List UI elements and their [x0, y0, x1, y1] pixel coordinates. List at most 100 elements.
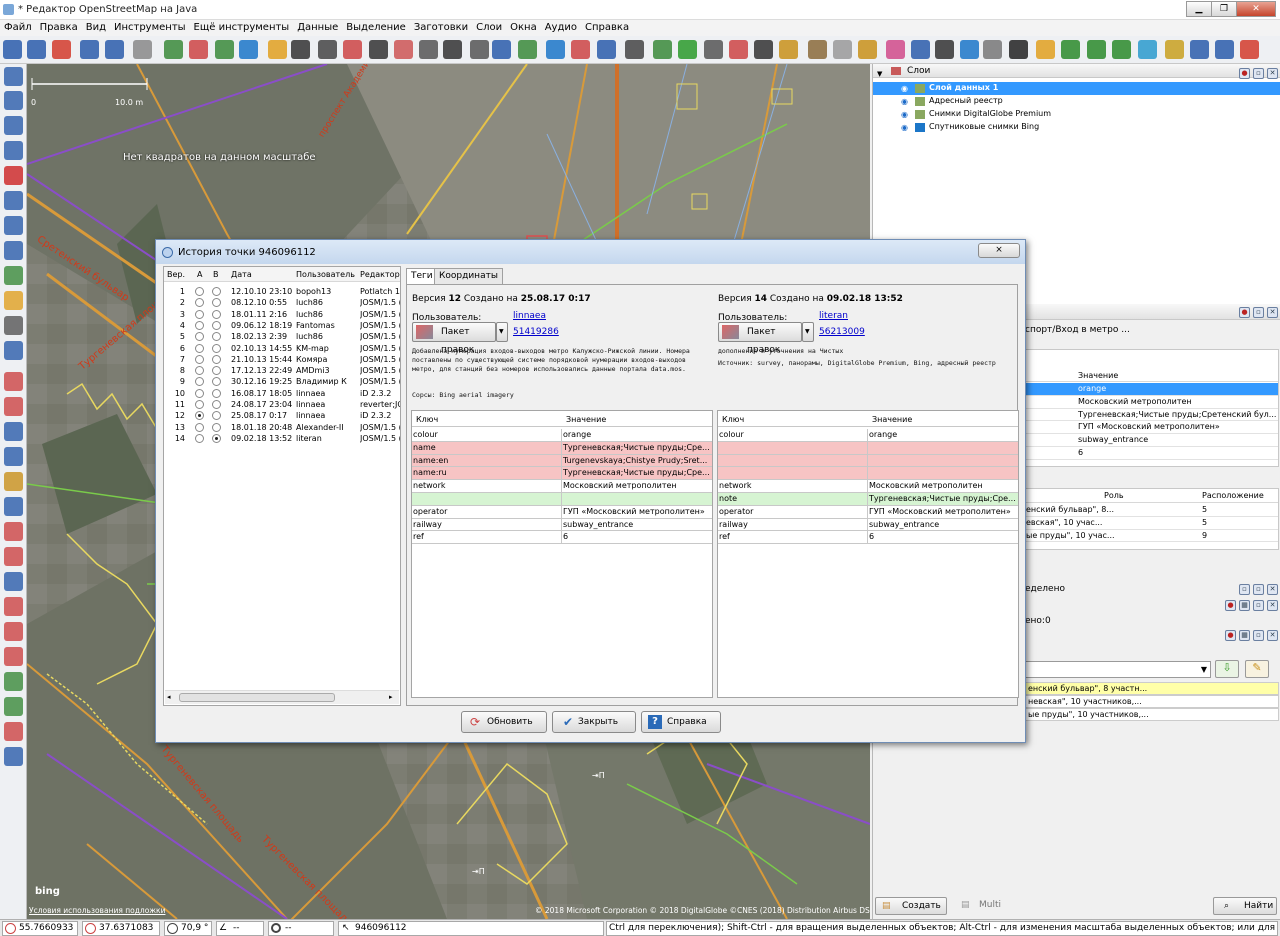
radio-a[interactable] [195, 332, 204, 342]
layer-row[interactable]: ◉ Спутниковые снимки Bing [873, 121, 1280, 134]
radio-b[interactable] [212, 287, 221, 296]
left-tool-icon-15[interactable] [4, 447, 23, 466]
tag-row[interactable]: railway subway_entrance [718, 518, 1018, 532]
left-tool-icon-27[interactable] [4, 747, 23, 766]
toolbar-icon-28[interactable] [729, 40, 748, 59]
toolbar-icon-26[interactable] [678, 40, 697, 59]
visibility-eye-icon[interactable]: ◉ [901, 84, 908, 93]
right-tags-table[interactable]: Ключ Значение colour orange network Московс… [717, 410, 1019, 698]
membership-row[interactable]: ые пруды", 10 учас... 9 [1026, 530, 1278, 543]
tag-row[interactable]: operator ГУП «Московский метрополитен» [412, 505, 712, 519]
scroll-right-icon[interactable]: ▸ [389, 693, 393, 701]
history-hscrollbar[interactable]: ◂ ▸ [165, 690, 399, 704]
menu-item-2[interactable]: Вид [82, 20, 110, 33]
radio-b[interactable] [212, 433, 221, 443]
toolbar-icon-2[interactable] [52, 40, 71, 59]
scrollbar-thumb[interactable] [179, 693, 335, 702]
left-tool-icon-21[interactable] [4, 597, 23, 616]
radio-b[interactable] [212, 298, 221, 308]
tag-row[interactable]: Тургеневская;Чистые пруды;Сретенский бул… [1026, 409, 1278, 422]
membership-row[interactable]: евская", 10 учас... 5 [1026, 517, 1278, 530]
toolbar-icon-0[interactable] [3, 40, 22, 59]
search-button[interactable]: ⌕ Найти [1213, 897, 1277, 915]
toolbar-icon-12[interactable] [318, 40, 337, 59]
radio-a[interactable] [195, 433, 204, 443]
changeset-link[interactable]: 51419286 [513, 327, 559, 337]
panel-close-icon[interactable]: ● [1225, 600, 1236, 611]
toolbar-icon-34[interactable] [886, 40, 905, 59]
left-tool-icon-7[interactable] [4, 241, 23, 260]
minimize-button[interactable]: ▁ [1186, 1, 1212, 17]
left-tool-icon-18[interactable] [4, 522, 23, 541]
toolbar-icon-29[interactable] [754, 40, 773, 59]
toolbar-icon-8[interactable] [215, 40, 234, 59]
left-tool-icon-19[interactable] [4, 547, 23, 566]
toolbar-icon-30[interactable] [779, 40, 798, 59]
tab-coordinates[interactable]: Координаты [434, 268, 503, 284]
panel-settings-icon[interactable]: ▦ [1239, 600, 1250, 611]
radio-b[interactable] [212, 332, 221, 342]
panel-close-x-icon[interactable]: ✕ [1267, 307, 1278, 318]
toolbar-icon-42[interactable] [1087, 40, 1106, 59]
membership-row[interactable]: енский бульвар", 8... 5 [1026, 504, 1278, 517]
history-row[interactable]: 9 30.12.16 19:25 Владимир К JOSM/1.5 ( [164, 376, 400, 387]
col-b[interactable]: B [213, 270, 219, 279]
left-tags-table[interactable]: Ключ Значение colour orange name Тургеневск… [411, 410, 713, 698]
left-tool-icon-13[interactable] [4, 397, 23, 416]
panel-close-x-icon[interactable]: ✕ [1267, 584, 1278, 595]
tag-row[interactable] [412, 493, 712, 506]
tag-row[interactable]: 6 [1026, 447, 1278, 460]
radio-a[interactable] [195, 320, 204, 330]
toolbar-icon-32[interactable] [833, 40, 852, 59]
history-table[interactable]: Вер. A B Дата Пользователь Редактор 1 12.… [163, 266, 401, 706]
history-row[interactable]: 6 02.10.13 14:55 KM-map JOSM/1.5 ( [164, 343, 400, 354]
menu-item-11[interactable]: Справка [581, 20, 633, 33]
relation-list-item[interactable]: ые пруды", 10 участников,... [1025, 708, 1279, 721]
history-row[interactable]: 12 25.08.17 0:17 linnaea iD 2.3.2 [164, 410, 400, 421]
tag-row[interactable]: colour orange [412, 429, 712, 442]
history-row[interactable]: 5 18.02.13 2:39 luch86 JOSM/1.5 ( [164, 331, 400, 342]
left-tool-icon-12[interactable] [4, 372, 23, 391]
history-row[interactable]: 3 18.01.11 2:16 luch86 JOSM/1.5 ( [164, 309, 400, 320]
left-tool-icon-8[interactable] [4, 266, 23, 285]
toolbar-icon-7[interactable] [189, 40, 208, 59]
relation-filter-select[interactable]: ▼ [1025, 661, 1211, 678]
create-button[interactable]: ▤ Создать [875, 897, 947, 915]
left-tool-icon-11[interactable] [4, 341, 23, 360]
panel-detach-icon[interactable]: ▫ [1253, 68, 1264, 79]
toolbar-icon-10[interactable] [268, 40, 287, 59]
history-row[interactable]: 4 09.06.12 18:19 Fantomas JOSM/1.5 ( [164, 320, 400, 331]
tags-table[interactable]: Значение orange Московский метрополитен Ту… [1025, 349, 1279, 467]
toolbar-icon-23[interactable] [597, 40, 616, 59]
menu-item-10[interactable]: Аудио [541, 20, 581, 33]
tag-row[interactable]: note Тургеневская;Чистые пруды;Сре... [718, 493, 1018, 506]
tag-row[interactable] [718, 454, 1018, 468]
toolbar-icon-45[interactable] [1165, 40, 1184, 59]
panel-close-icon[interactable]: ● [1239, 68, 1250, 79]
toolbar-icon-3[interactable] [80, 40, 99, 59]
left-tool-icon-5[interactable] [4, 191, 23, 210]
panel-close-icon[interactable]: ● [1239, 307, 1250, 318]
radio-b[interactable] [212, 400, 221, 409]
toolbar-icon-16[interactable] [419, 40, 438, 59]
radio-b[interactable] [212, 377, 221, 387]
changeset-link[interactable]: 56213009 [819, 327, 865, 337]
tag-row[interactable]: railway subway_entrance [412, 518, 712, 532]
changeset-dropdown[interactable]: ▼ [496, 322, 508, 342]
left-tool-icon-25[interactable] [4, 697, 23, 716]
left-tool-icon-1[interactable] [4, 91, 23, 110]
menu-item-1[interactable]: Правка [36, 20, 82, 33]
collapse-icon[interactable]: ▼ [877, 67, 882, 81]
toolbar-icon-43[interactable] [1112, 40, 1131, 59]
tag-row[interactable]: name:ru Тургеневская;Чистые пруды;Сре... [412, 467, 712, 481]
toolbar-icon-14[interactable] [369, 40, 388, 59]
entrance-marker[interactable]: ⇥П [592, 771, 605, 780]
toolbar-icon-40[interactable] [1036, 40, 1055, 59]
toolbar-icon-4[interactable] [105, 40, 124, 59]
history-row[interactable]: 14 09.02.18 13:52 literan JOSM/1.5 ( [164, 433, 400, 444]
left-tool-icon-14[interactable] [4, 422, 23, 441]
col-version[interactable]: Вер. [167, 270, 185, 279]
imagery-terms-link[interactable]: Условия использования подложки [29, 906, 165, 915]
menu-item-7[interactable]: Заготовки [410, 20, 472, 33]
tag-row[interactable]: subway_entrance [1026, 434, 1278, 447]
